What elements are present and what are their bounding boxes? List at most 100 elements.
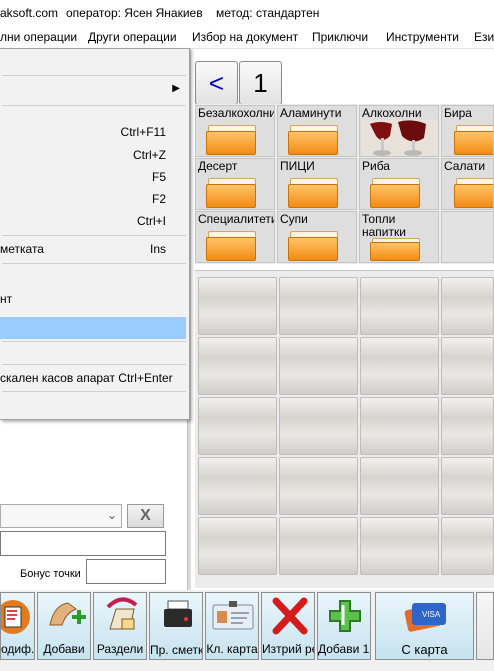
product-tile[interactable] (279, 457, 358, 515)
product-tile[interactable] (198, 457, 277, 515)
menu-item-submenu[interactable]: ▶ (0, 79, 186, 101)
menu-separator (2, 235, 186, 236)
product-tile[interactable] (279, 517, 358, 575)
menu-item-blank-2[interactable] (0, 340, 186, 362)
folder-icon (206, 231, 256, 261)
submenu-arrow-icon: ▶ (172, 83, 180, 94)
folder-icon (370, 178, 420, 208)
more-button[interactable] (476, 592, 494, 660)
product-tile[interactable] (360, 457, 439, 515)
menu-tools[interactable]: Инструменти (386, 30, 459, 44)
menu-separator (2, 105, 186, 106)
menu-item-insert[interactable]: метката Ins (0, 238, 186, 260)
folder-icon (288, 125, 338, 155)
search-field[interactable] (0, 531, 166, 556)
hand-add-icon (49, 602, 86, 626)
product-tile[interactable] (441, 517, 494, 575)
category-label: Десерт (198, 159, 238, 173)
product-tile[interactable] (360, 277, 439, 335)
product-tile[interactable] (441, 277, 494, 335)
dropdown-menu: ▶ Ctrl+F11 Ctrl+Z F5 F2 Ctrl+I метката In… (0, 48, 190, 420)
product-tile[interactable] (198, 337, 277, 395)
category-a-la-minute[interactable]: Аламинути (277, 105, 357, 157)
menu-item-f5[interactable]: F5 (0, 166, 186, 188)
button-caption: Пр. сметка (150, 643, 203, 657)
pay-by-card-button[interactable]: VISA С карта (375, 592, 474, 660)
category-empty (441, 211, 494, 263)
prev-page-button[interactable]: < (195, 61, 238, 105)
product-tile[interactable] (198, 277, 277, 335)
credit-card-icon: VISA (404, 603, 446, 632)
product-tile[interactable] (441, 337, 494, 395)
clear-button[interactable]: X (127, 504, 164, 528)
folder-icon (288, 178, 338, 208)
menu-document-choice[interactable]: Избор на документ (192, 30, 298, 44)
add-button[interactable]: Добави (37, 592, 91, 660)
wine-glasses-icon (362, 120, 438, 156)
bonus-field[interactable] (86, 559, 166, 584)
menu-item-blank[interactable] (0, 267, 186, 289)
menu-operations[interactable]: лни операции (0, 30, 77, 44)
product-tile[interactable] (279, 337, 358, 395)
category-soups[interactable]: Супи (277, 211, 357, 263)
product-tile[interactable] (441, 457, 494, 515)
category-label: Специалитети (198, 212, 275, 226)
category-hot-drinks[interactable]: Топли напитки (359, 211, 439, 263)
category-label: Салати (444, 159, 486, 173)
category-fish[interactable]: Риба (359, 158, 439, 210)
category-specialties[interactable]: Специалитети (195, 211, 275, 263)
menu-finish[interactable]: Приключи (312, 30, 368, 44)
folder-icon (206, 178, 256, 208)
product-tile[interactable] (198, 517, 277, 575)
category-alcohol[interactable]: Алкохолни (359, 105, 439, 157)
folder-icon (454, 125, 493, 155)
print-bill-button[interactable]: Пр. сметка (149, 592, 203, 660)
delete-x-icon (272, 597, 308, 635)
page-number-button[interactable]: 1 (239, 61, 282, 105)
menu-item-ctrl-z[interactable]: Ctrl+Z (0, 144, 186, 166)
category-dessert[interactable]: Десерт (195, 158, 275, 210)
modify-button[interactable]: одиф. (0, 592, 35, 660)
menu-language[interactable]: Ези (474, 30, 494, 44)
button-caption: Изтрий ред (262, 642, 314, 656)
category-label: Бира (444, 106, 472, 120)
menu-item-ctrl-f11[interactable]: Ctrl+F11 (0, 121, 186, 143)
button-caption: С карта (401, 642, 448, 657)
category-salads[interactable]: Салати (441, 158, 494, 210)
customer-combo[interactable]: ⌄ (0, 504, 122, 528)
delete-row-button[interactable]: Изтрий ред (261, 592, 315, 660)
menu-item-ctrl-i[interactable]: Ctrl+I (0, 210, 186, 232)
category-label: Безалкохолни (198, 106, 275, 120)
split-button[interactable]: Раздели (93, 592, 147, 660)
menu-item-f2[interactable]: F2 (0, 188, 186, 210)
product-tile[interactable] (279, 277, 358, 335)
method-label: метод: стандартен (216, 6, 320, 20)
site-name: aksoft.com (0, 6, 59, 20)
product-tile[interactable] (360, 337, 439, 395)
menu-item-highlighted[interactable] (0, 317, 186, 339)
button-caption: Добави 1 бр. (318, 642, 370, 656)
client-card-button[interactable]: Кл. карта (205, 592, 259, 660)
operator-label: оператор: Ясен Янакиев (66, 6, 203, 20)
folder-icon (206, 125, 256, 155)
modify-icon (1, 600, 30, 634)
menu-item-1[interactable] (0, 55, 186, 77)
category-beer[interactable]: Бира (441, 105, 494, 157)
product-tile[interactable] (279, 397, 358, 455)
svg-text:VISA: VISA (422, 610, 441, 619)
add-one-button[interactable]: Добави 1 бр. (317, 592, 371, 660)
category-soft-drinks[interactable]: Безалкохолни (195, 105, 275, 157)
category-label: Аламинути (280, 106, 342, 120)
product-tile[interactable] (441, 397, 494, 455)
menu-item-fiscal-printer[interactable]: скален касов апарат Ctrl+Enter (0, 367, 186, 389)
chevron-down-icon: ⌄ (106, 508, 117, 522)
category-label: Алкохолни (362, 106, 422, 120)
product-tile[interactable] (198, 397, 277, 455)
product-tile[interactable] (360, 517, 439, 575)
button-caption: одиф. (1, 642, 35, 656)
category-pizza[interactable]: ПИЦИ (277, 158, 357, 210)
menu-other-operations[interactable]: Други операции (88, 30, 177, 44)
product-tile[interactable] (360, 397, 439, 455)
menu-item-nt[interactable]: нт (0, 288, 186, 310)
id-card-icon (212, 601, 254, 630)
